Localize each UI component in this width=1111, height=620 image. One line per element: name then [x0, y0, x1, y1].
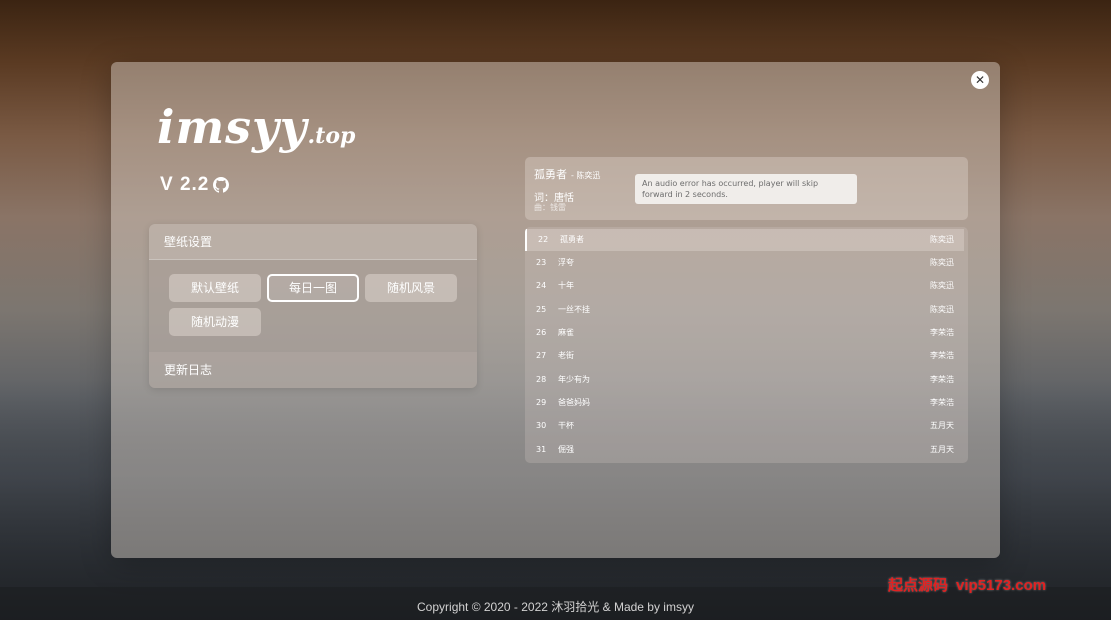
track-name: 十年	[558, 281, 574, 290]
track-row[interactable]: 27 老街 李荣浩	[525, 345, 964, 367]
track-number: 31	[536, 445, 547, 454]
wallpaper-panel-title: 壁纸设置	[149, 224, 477, 260]
composer: 曲：钱雷	[534, 203, 566, 212]
track-number: 28	[536, 375, 547, 384]
track-row[interactable]: 28 年少有为 李荣浩	[525, 369, 964, 391]
track-name: 年少有为	[558, 375, 590, 384]
close-icon[interactable]: ✕	[971, 71, 989, 89]
song-title: 孤勇者 - 陈奕迅	[534, 166, 600, 182]
track-singer: 陈奕迅	[930, 281, 954, 290]
track-name: 老街	[558, 351, 574, 360]
track-name: 一丝不挂	[558, 305, 590, 314]
track-singer: 五月天	[930, 445, 954, 454]
track-name: 干杯	[558, 421, 574, 430]
track-name: 倔强	[558, 445, 574, 454]
track-row[interactable]: 31 倔强 五月天	[525, 439, 964, 461]
wallpaper-anime-button[interactable]: 随机动漫	[169, 308, 261, 336]
logo-main: imsyy	[157, 100, 308, 154]
logo: imsyy.top	[157, 100, 355, 154]
track-row[interactable]: 22 孤勇者 陈奕迅	[525, 229, 964, 251]
copyright-text: Copyright © 2020 - 2022 沐羽拾光 & Made by i…	[417, 600, 694, 614]
track-number: 23	[536, 258, 547, 267]
track-row[interactable]: 29 爸爸妈妈 李荣浩	[525, 392, 964, 414]
track-name: 孤勇者	[560, 235, 584, 244]
player-info: 孤勇者 - 陈奕迅 词：唐恬 曲：钱雷 An audio error has oc…	[525, 157, 968, 220]
changelog-link[interactable]: 更新日志	[149, 352, 477, 388]
track-singer: 陈奕迅	[930, 305, 954, 314]
track-singer: 李荣浩	[930, 398, 954, 407]
version-row: V 2.2	[160, 174, 230, 196]
track-number: 24	[536, 281, 547, 290]
track-number: 22	[538, 235, 549, 244]
track-singer: 李荣浩	[930, 328, 954, 337]
track-singer: 李荣浩	[930, 351, 954, 360]
track-singer: 陈奕迅	[930, 258, 954, 267]
github-icon[interactable]	[213, 177, 230, 193]
wallpaper-daily-button[interactable]: 每日一图	[267, 274, 359, 302]
track-row[interactable]: 26 麻雀 李荣浩	[525, 322, 964, 344]
playlist: 22 孤勇者 陈奕迅 23 浮夸 陈奕迅 24 十年 陈奕迅 25 一丝不挂 陈…	[525, 227, 968, 463]
track-name: 浮夸	[558, 258, 574, 267]
track-number: 30	[536, 421, 547, 430]
track-number: 25	[536, 305, 547, 314]
audio-error-toast: An audio error has occurred, player will…	[635, 174, 857, 204]
watermark-label: 起点源码	[888, 577, 949, 594]
wallpaper-panel: 壁纸设置 默认壁纸 每日一图 随机风景 随机动漫 更新日志	[149, 224, 477, 388]
track-row[interactable]: 30 干杯 五月天	[525, 415, 964, 437]
song-artist: - 陈奕迅	[571, 171, 601, 180]
track-singer: 五月天	[930, 421, 954, 430]
track-singer: 陈奕迅	[930, 235, 954, 244]
track-name: 爸爸妈妈	[558, 398, 590, 407]
track-singer: 李荣浩	[930, 375, 954, 384]
track-number: 29	[536, 398, 547, 407]
song-name: 孤勇者	[534, 168, 567, 181]
version-label: V 2.2	[160, 174, 210, 195]
watermark-url: vip5173.com	[956, 577, 1047, 594]
track-row[interactable]: 24 十年 陈奕迅	[525, 275, 964, 297]
track-number: 27	[536, 351, 547, 360]
track-row[interactable]: 23 浮夸 陈奕迅	[525, 252, 964, 274]
settings-modal: ✕ imsyy.top V 2.2 壁纸设置 默认壁纸 每日一图 随机风景 随机…	[111, 62, 1000, 558]
track-name: 麻雀	[558, 328, 574, 337]
watermark: 起点源码 vip5173.com	[888, 574, 1046, 595]
track-number: 26	[536, 328, 547, 337]
wallpaper-options: 默认壁纸 每日一图 随机风景 随机动漫	[149, 260, 477, 352]
logo-sub: .top	[307, 123, 356, 149]
track-row[interactable]: 25 一丝不挂 陈奕迅	[525, 299, 964, 321]
wallpaper-landscape-button[interactable]: 随机风景	[365, 274, 457, 302]
wallpaper-default-button[interactable]: 默认壁纸	[169, 274, 261, 302]
